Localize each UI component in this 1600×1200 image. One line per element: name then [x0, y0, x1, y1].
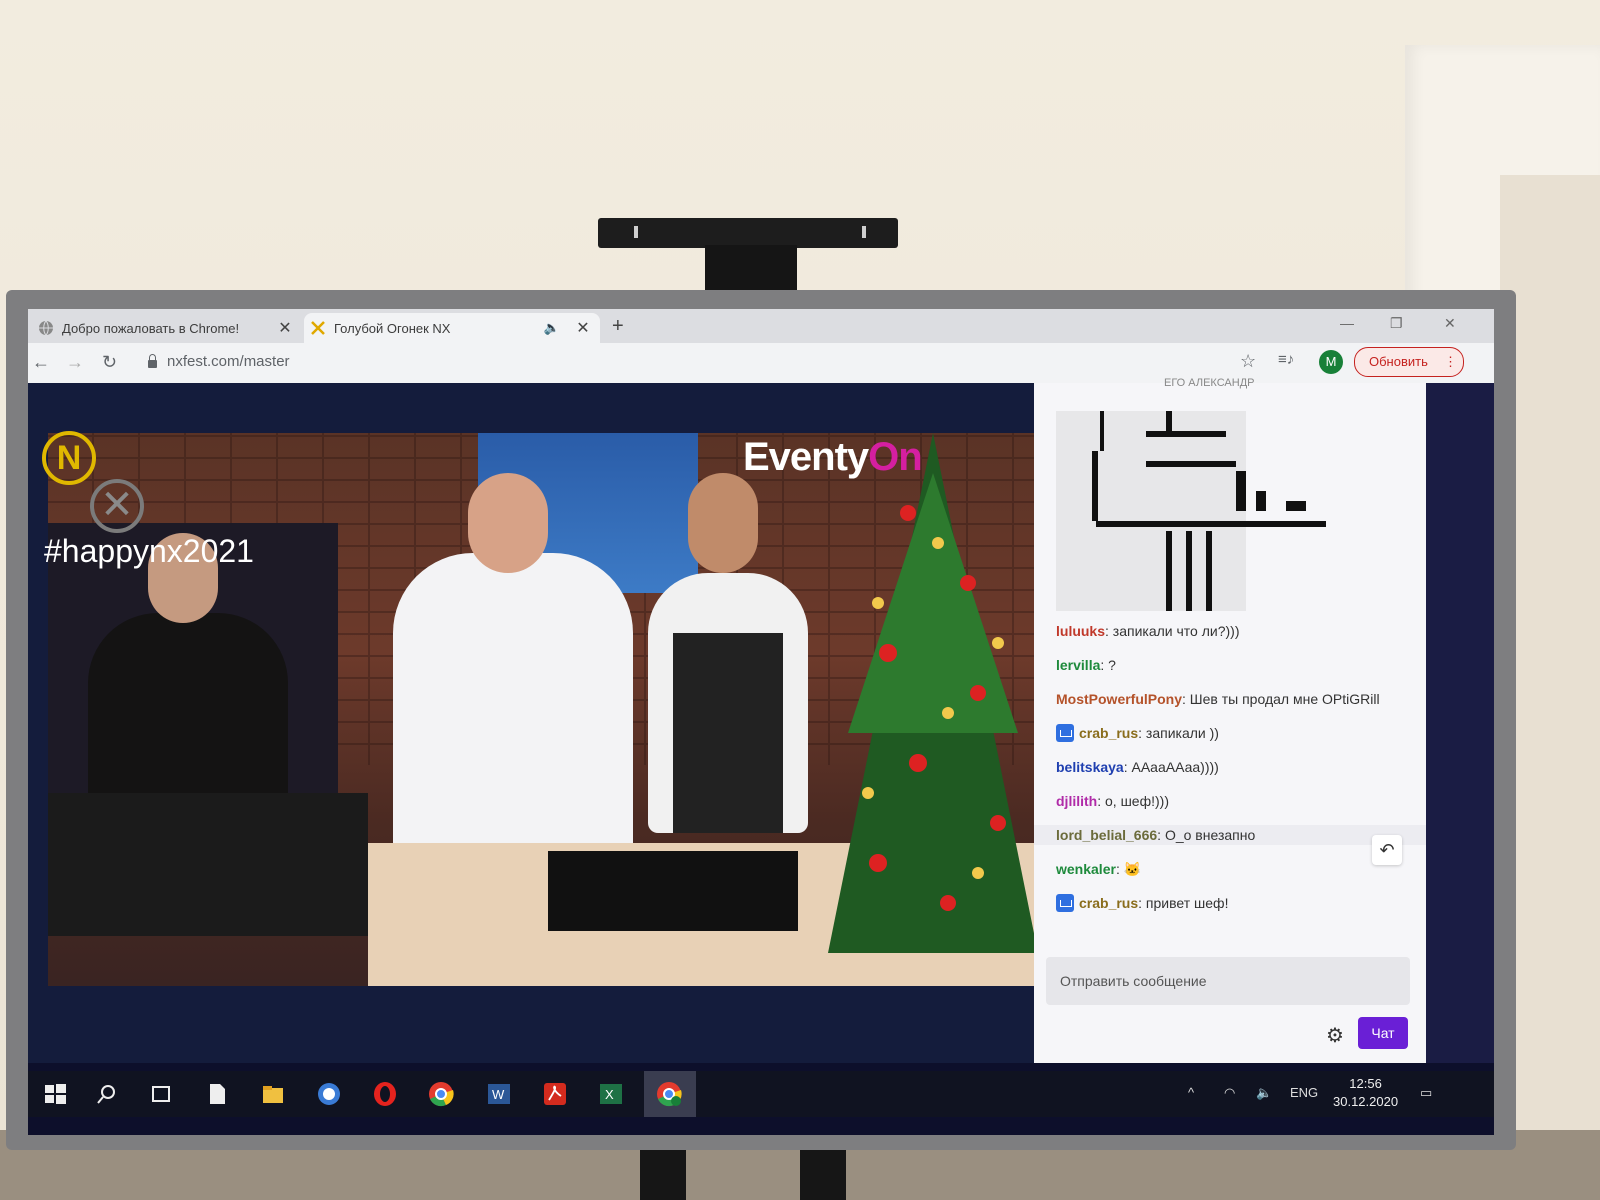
- minimize-button[interactable]: —: [1340, 315, 1354, 331]
- chat-text: : привет шеф!: [1138, 895, 1229, 911]
- cooktop: [548, 851, 798, 931]
- chat-send-button[interactable]: Чат: [1358, 1017, 1408, 1049]
- restore-button[interactable]: ❐: [1390, 315, 1403, 332]
- chat-username[interactable]: djlilith: [1056, 793, 1097, 809]
- tab-active-nx[interactable]: Голубой Огонек NX 🔈 ✕: [304, 313, 600, 343]
- file-icon[interactable]: [204, 1081, 230, 1107]
- chat-input[interactable]: Отправить сообщение: [1046, 957, 1410, 1005]
- monitor-screen: Добро пожаловать в Chrome! ✕ Голубой Ого…: [28, 309, 1494, 1135]
- chat-text: : ?: [1100, 657, 1116, 673]
- new-tab-button[interactable]: +: [612, 315, 624, 338]
- chat-settings-icon[interactable]: ⚙: [1326, 1023, 1344, 1048]
- chrome-icon[interactable]: [428, 1081, 454, 1107]
- chat-text: : АAааААаа)))): [1123, 759, 1219, 775]
- media-control-icon[interactable]: ≡♪: [1278, 351, 1294, 368]
- monitor-stand-post: [705, 245, 797, 295]
- chat-username[interactable]: crab_rus: [1079, 725, 1138, 741]
- chat-username[interactable]: lervilla: [1056, 657, 1100, 673]
- tray-chevron-icon[interactable]: ^: [1188, 1085, 1194, 1100]
- volume-icon[interactable]: 🔈: [1256, 1085, 1272, 1101]
- chat-text: : Шев ты продал мне OPtiGRill: [1182, 691, 1380, 707]
- chat-panel: ЕГО АЛЕКСАНДР luluuks: запикали что ли?)…: [1034, 377, 1426, 1063]
- chat-text: : О_о внезапно: [1157, 827, 1256, 843]
- forward-icon[interactable]: →: [66, 352, 84, 373]
- url-text: nxfest.com/master: [167, 353, 290, 370]
- ascii-art-emote: [1056, 411, 1326, 611]
- profile-avatar[interactable]: M: [1319, 350, 1343, 374]
- chat-message: wenkaler: 🐱: [1056, 859, 1416, 879]
- crown-badge-icon: [1056, 724, 1074, 742]
- chat-message: djlilith: о, шеф!))): [1056, 791, 1416, 811]
- opera-icon[interactable]: [372, 1081, 398, 1107]
- monitor-stand-top: [598, 218, 898, 248]
- christmas-tree: [828, 433, 1034, 953]
- tab-welcome[interactable]: Добро пожаловать в Chrome! ✕: [32, 313, 302, 343]
- windows-start-icon[interactable]: [42, 1081, 68, 1107]
- star-logo-icon: [311, 321, 325, 335]
- page-edge: [1426, 383, 1494, 1063]
- tab-close-icon[interactable]: ✕: [276, 318, 294, 338]
- chrome-profile-icon[interactable]: [656, 1081, 682, 1107]
- chat-message: lervilla: ?: [1056, 655, 1416, 675]
- taskbar-clock[interactable]: 12:56 30.12.2020: [1333, 1075, 1398, 1111]
- file-explorer-icon[interactable]: [260, 1081, 286, 1107]
- cat-emote-icon: 🐱: [1123, 861, 1142, 877]
- tab-strip: Добро пожаловать в Chrome! ✕ Голубой Ого…: [28, 309, 1494, 343]
- chat-username[interactable]: crab_rus: [1079, 895, 1138, 911]
- stand-leg: [640, 1150, 686, 1200]
- chat-message: MostPowerfulPony: Шев ты продал мне OPti…: [1056, 689, 1416, 709]
- speaker-icon[interactable]: 🔈: [544, 320, 560, 336]
- bookmark-star-icon[interactable]: ☆: [1240, 351, 1256, 372]
- word-icon[interactable]: W: [486, 1081, 512, 1107]
- chat-message: luluuks: запикали что ли?))): [1056, 621, 1416, 641]
- app-g-icon[interactable]: [316, 1081, 342, 1107]
- chat-text: :: [1115, 861, 1124, 877]
- chat-message: belitskaya: АAааААаа)))): [1056, 757, 1416, 777]
- language-indicator[interactable]: ENG: [1290, 1085, 1318, 1100]
- search-icon[interactable]: [94, 1081, 120, 1107]
- excel-icon[interactable]: X: [598, 1081, 624, 1107]
- chat-username[interactable]: lord_belial_666: [1056, 827, 1157, 843]
- eventyon-logo: EventyOn: [743, 435, 923, 479]
- chat-message: crab_rus: привет шеф!: [1056, 893, 1416, 913]
- notifications-icon[interactable]: ▭: [1420, 1085, 1432, 1101]
- chat-message: crab_rus: запикали )): [1056, 723, 1416, 743]
- wifi-icon[interactable]: ◠: [1224, 1085, 1235, 1101]
- chef-left: [393, 553, 633, 853]
- update-button[interactable]: Обновить: [1354, 347, 1464, 377]
- close-overlay-icon[interactable]: ✕: [90, 479, 144, 533]
- svg-text:W: W: [492, 1087, 505, 1102]
- chat-messages: luluuks: запикали что ли?))) lervilla: ? M…: [1034, 621, 1426, 927]
- browser-toolbar: ← → ↻ nxfest.com/master ☆ ≡♪ M Обновить: [28, 343, 1494, 383]
- globe-icon: [39, 320, 53, 336]
- stand-leg: [800, 1150, 846, 1200]
- tab-close-icon[interactable]: ✕: [574, 318, 592, 338]
- window-close-button[interactable]: ✕: [1444, 315, 1456, 332]
- tab-title: Голубой Огонек NX: [334, 320, 451, 336]
- chat-text: : запикали )): [1138, 725, 1219, 741]
- chat-username[interactable]: luluuks: [1056, 623, 1105, 639]
- chat-text: : запикали что ли?))): [1105, 623, 1240, 639]
- acrobat-icon[interactable]: [542, 1081, 568, 1107]
- food-camera: [48, 793, 368, 936]
- hashtag-overlay: #happynx2021: [44, 533, 254, 569]
- svg-text:X: X: [605, 1087, 614, 1102]
- address-bar[interactable]: nxfest.com/master: [148, 353, 290, 370]
- chat-username[interactable]: wenkaler: [1056, 861, 1116, 877]
- task-view-icon[interactable]: [148, 1081, 174, 1107]
- chat-username[interactable]: belitskaya: [1056, 759, 1124, 775]
- windows-taskbar: W X ^ ◠ 🔈 ENG 12:56 30.12.2020 ▭: [28, 1071, 1494, 1117]
- tab-title: Добро пожаловать в Chrome!: [62, 320, 240, 336]
- chat-message: lord_belial_666: О_о внезапно: [1034, 825, 1426, 845]
- back-icon[interactable]: ←: [32, 352, 50, 373]
- chat-username[interactable]: MostPowerfulPony: [1056, 691, 1182, 707]
- chat-text: : о, шеф!))): [1097, 793, 1169, 809]
- reply-icon[interactable]: ↶: [1372, 835, 1402, 865]
- video-player[interactable]: N ✕ #happynx2021 EventyOn: [28, 383, 1034, 1063]
- nx-logo: N: [42, 431, 96, 485]
- crown-badge-icon: [1056, 894, 1074, 912]
- chat-header-partial: ЕГО АЛЕКСАНДР: [1164, 377, 1255, 389]
- reload-icon[interactable]: ↻: [102, 352, 117, 373]
- lock-icon: [148, 353, 157, 368]
